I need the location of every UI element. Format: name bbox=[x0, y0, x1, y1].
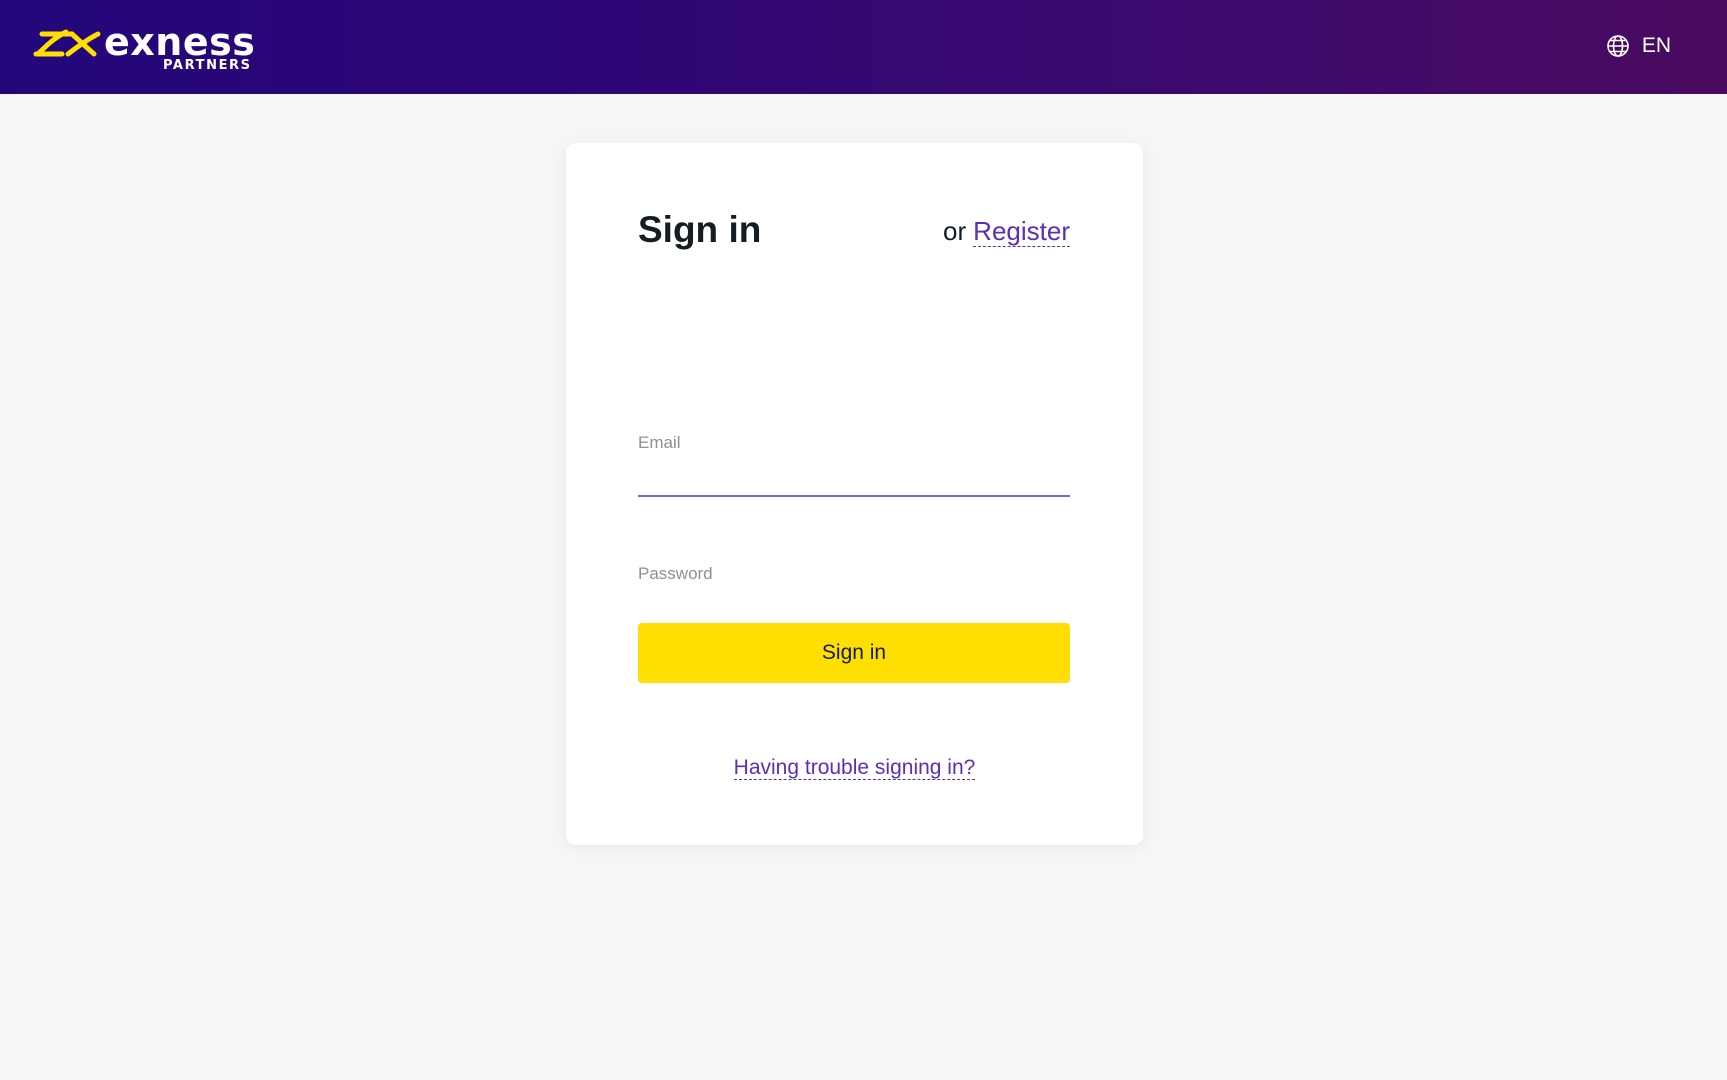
brand-subtitle: PARTNERS bbox=[163, 58, 252, 73]
page-title: Sign in bbox=[638, 209, 762, 250]
exness-logo-icon bbox=[33, 29, 101, 57]
password-input[interactable] bbox=[638, 590, 1070, 624]
trouble-signing-in-link[interactable]: Having trouble signing in? bbox=[733, 756, 976, 780]
register-link[interactable]: Register bbox=[973, 216, 1070, 247]
register-prompt: or Register bbox=[943, 211, 1070, 251]
email-label: Email bbox=[638, 433, 681, 452]
trouble-container: Having trouble signing in? bbox=[566, 753, 1143, 783]
sign-in-button[interactable]: Sign in bbox=[638, 623, 1070, 683]
email-field[interactable]: Email bbox=[638, 431, 1070, 497]
globe-icon bbox=[1607, 35, 1629, 57]
signin-card: Sign in or Register Email Password Sign i… bbox=[566, 143, 1143, 845]
exness-partners-logo[interactable]: exness PARTNERS bbox=[32, 20, 262, 74]
language-label: EN bbox=[1641, 34, 1671, 57]
email-input[interactable] bbox=[638, 459, 1070, 493]
password-label: Password bbox=[638, 564, 713, 583]
or-text: or bbox=[943, 216, 967, 246]
top-header: exness PARTNERS EN bbox=[0, 0, 1727, 94]
signin-card-header: Sign in or Register bbox=[638, 205, 1070, 255]
language-selector[interactable]: EN bbox=[1606, 32, 1671, 60]
password-field[interactable]: Password bbox=[638, 562, 1070, 628]
